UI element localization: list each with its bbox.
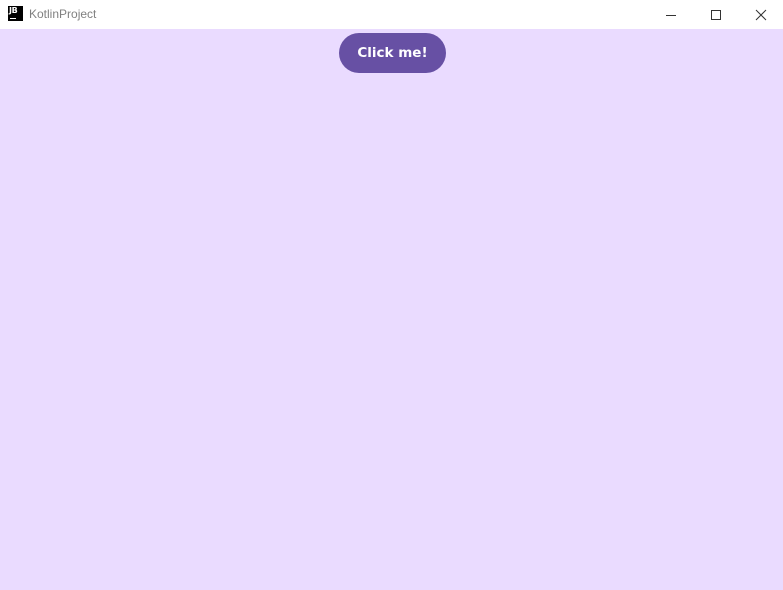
minimize-icon (665, 14, 676, 16)
app-window: JB KotlinProject Click me! (0, 0, 783, 590)
main-content: Click me! (0, 29, 783, 590)
maximize-icon (710, 9, 721, 20)
jetbrains-icon: JB (8, 6, 23, 21)
title-bar[interactable]: JB KotlinProject (0, 0, 783, 29)
close-button[interactable] (738, 0, 783, 29)
click-me-button[interactable]: Click me! (339, 33, 446, 73)
close-icon (755, 9, 766, 20)
minimize-button[interactable] (648, 0, 693, 29)
window-title: KotlinProject (29, 7, 97, 21)
app-icon-bar (10, 17, 16, 19)
app-icon-text: JB (9, 6, 18, 15)
maximize-button[interactable] (693, 0, 738, 29)
